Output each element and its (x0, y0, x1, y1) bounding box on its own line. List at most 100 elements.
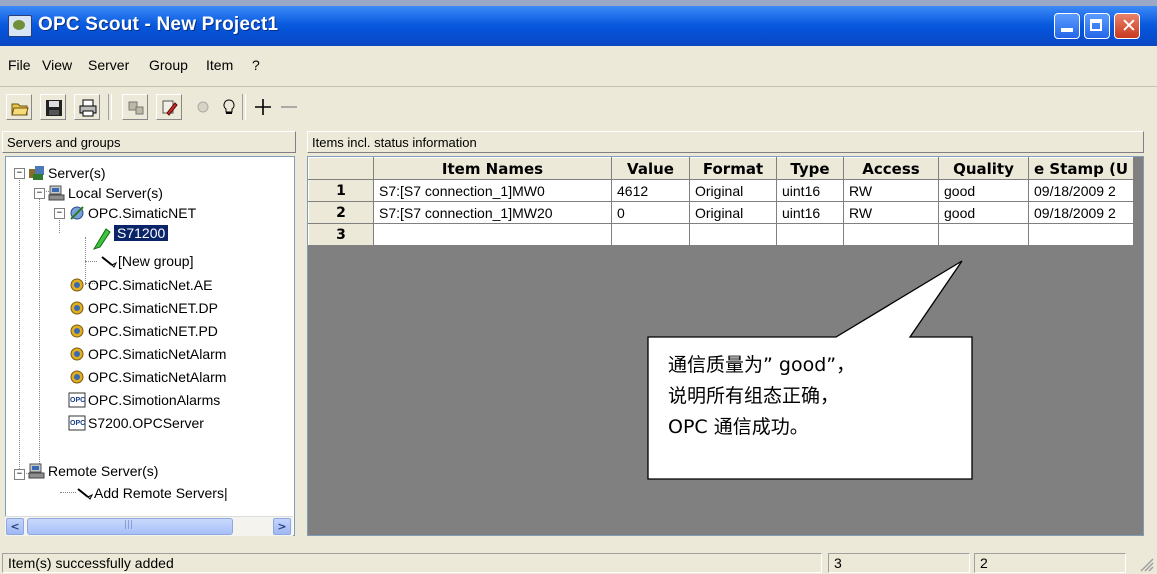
cell-value[interactable]: 4612 (611, 179, 690, 202)
remove-button[interactable] (276, 94, 302, 120)
cell-access[interactable]: RW (843, 179, 939, 202)
opc-scout-app-icon (8, 15, 32, 37)
tree-node-server[interactable]: OPC.SimotionAlarms (88, 392, 220, 408)
opc-server-icon (70, 347, 84, 361)
app-window: OPC Scout - New Project1 ✕ File View Ser… (0, 6, 1157, 574)
column-header-format[interactable]: Format (689, 157, 777, 180)
item-light-icon (197, 101, 209, 113)
minimize-icon (1061, 28, 1073, 32)
open-folder-icon (11, 103, 29, 116)
cell-timestamp[interactable] (1027, 223, 1135, 246)
opc-server-icon (70, 324, 84, 338)
table-row[interactable]: 3 (308, 223, 1135, 246)
remote-server-icon (28, 463, 45, 479)
column-header-type[interactable]: Type (776, 157, 844, 180)
tree-node-add-remote[interactable]: Add Remote Servers| (94, 485, 228, 501)
opc-logo-icon: OPC (68, 415, 86, 431)
expander-server-root[interactable]: − (14, 168, 25, 179)
add-item-button[interactable] (190, 94, 216, 120)
scroll-left-arrow-icon[interactable]: < (6, 518, 24, 535)
callout-line: 通信质量为” good”， (668, 354, 856, 376)
status-bar: Item(s) successfully added 3 2 (0, 552, 1157, 574)
tree-node-local-servers[interactable]: Local Server(s) (68, 185, 163, 201)
scroll-thumb[interactable] (27, 518, 233, 535)
server-tree[interactable]: − Server(s) − Local Server(s) − OPC.Sima… (5, 156, 295, 536)
maximize-button[interactable] (1084, 13, 1110, 39)
column-header-access[interactable]: Access (843, 157, 939, 180)
cell-timestamp[interactable]: 09/18/2009 2 (1027, 201, 1135, 224)
cell-type[interactable]: uint16 (776, 179, 844, 202)
menu-group[interactable]: Group (149, 57, 188, 73)
toolbar (0, 88, 1157, 128)
tree-horizontal-scrollbar[interactable]: < > (5, 516, 293, 536)
cell-format[interactable] (689, 223, 777, 246)
group-edit-icon (162, 100, 178, 116)
tree-node-server[interactable]: OPC.SimaticNetAlarm (88, 346, 226, 362)
column-header-quality[interactable]: Quality (938, 157, 1029, 180)
table-row[interactable]: 2 S7:[S7 connection_1]MW20 0 Original ui… (308, 201, 1135, 224)
add-group-button[interactable] (156, 94, 182, 120)
menu-view[interactable]: View (42, 57, 72, 73)
server-network-icon (128, 101, 144, 115)
status-message: Item(s) successfully added (2, 553, 822, 573)
add-button[interactable] (250, 94, 276, 120)
pane-splitter[interactable] (298, 131, 303, 536)
print-button[interactable] (74, 94, 100, 120)
resize-grip-icon[interactable] (1138, 556, 1154, 572)
selected-group-label[interactable]: S71200 (114, 225, 169, 241)
tree-node-server[interactable]: OPC.SimaticNet.AE (88, 277, 212, 293)
row-number[interactable]: 1 (308, 179, 374, 202)
table-row[interactable]: 1 S7:[S7 connection_1]MW0 4612 Original … (308, 179, 1135, 202)
cell-item-name[interactable] (373, 223, 612, 246)
open-button[interactable] (6, 94, 32, 120)
opc-server-connected-icon (70, 206, 84, 220)
expander-remote-servers[interactable]: − (14, 469, 25, 480)
cell-access[interactable]: RW (843, 201, 939, 224)
cell-format[interactable]: Original (689, 179, 777, 202)
svg-text:OPC: OPC (70, 420, 85, 427)
column-header-item-names[interactable]: Item Names (373, 157, 612, 180)
tree-node-new-group[interactable]: [New group] (118, 253, 193, 269)
cell-quality[interactable]: good (938, 201, 1029, 224)
cell-format[interactable]: Original (689, 201, 777, 224)
minimize-button[interactable] (1054, 13, 1080, 39)
menu-file[interactable]: File (8, 57, 31, 73)
expander-local-servers[interactable]: − (34, 188, 45, 199)
tree-node-server[interactable]: OPC.SimaticNET.PD (88, 323, 218, 339)
column-header-timestamp[interactable]: e Stamp (U (1027, 157, 1135, 180)
group-active-icon (92, 228, 111, 250)
save-button[interactable] (40, 94, 66, 120)
menu-server[interactable]: Server (88, 57, 129, 73)
cell-value[interactable]: 0 (611, 201, 690, 224)
cell-type[interactable]: uint16 (776, 201, 844, 224)
cell-access[interactable] (843, 223, 939, 246)
items-status-header: Items incl. status information (307, 131, 1144, 153)
title-bar[interactable]: OPC Scout - New Project1 ✕ (0, 6, 1157, 46)
tree-node-server[interactable]: S7200.OPCServer (88, 415, 204, 431)
menu-help[interactable]: ? (252, 57, 260, 73)
toolbar-separator (242, 94, 246, 120)
expander-simaticnet[interactable]: − (54, 208, 65, 219)
cell-item-name[interactable]: S7:[S7 connection_1]MW20 (373, 201, 612, 224)
cell-quality[interactable]: good (938, 179, 1029, 202)
tree-node-opc-simaticnet[interactable]: OPC.SimaticNET (88, 205, 196, 221)
tree-node-remote-servers[interactable]: Remote Server(s) (48, 463, 158, 479)
scroll-right-arrow-icon[interactable]: > (273, 518, 291, 535)
row-number[interactable]: 2 (308, 201, 374, 224)
cell-item-name[interactable]: S7:[S7 connection_1]MW0 (373, 179, 612, 202)
cell-timestamp[interactable]: 09/18/2009 2 (1027, 179, 1135, 202)
cell-value[interactable] (611, 223, 690, 246)
column-header-value[interactable]: Value (611, 157, 690, 180)
callout-line: OPC 通信成功。 (668, 416, 809, 438)
add-server-button[interactable] (122, 94, 148, 120)
close-button[interactable]: ✕ (1114, 13, 1140, 39)
tree-node-server[interactable]: OPC.SimaticNET.DP (88, 300, 218, 316)
menu-item[interactable]: Item (206, 57, 233, 73)
cell-type[interactable] (776, 223, 844, 246)
tree-node-s71200[interactable]: S71200 (114, 225, 169, 241)
properties-button[interactable] (216, 94, 242, 120)
tree-node-server[interactable]: OPC.SimaticNetAlarm (88, 369, 226, 385)
tree-node-servers[interactable]: Server(s) (48, 165, 106, 181)
row-number[interactable]: 3 (308, 223, 374, 246)
cell-quality[interactable] (938, 223, 1029, 246)
